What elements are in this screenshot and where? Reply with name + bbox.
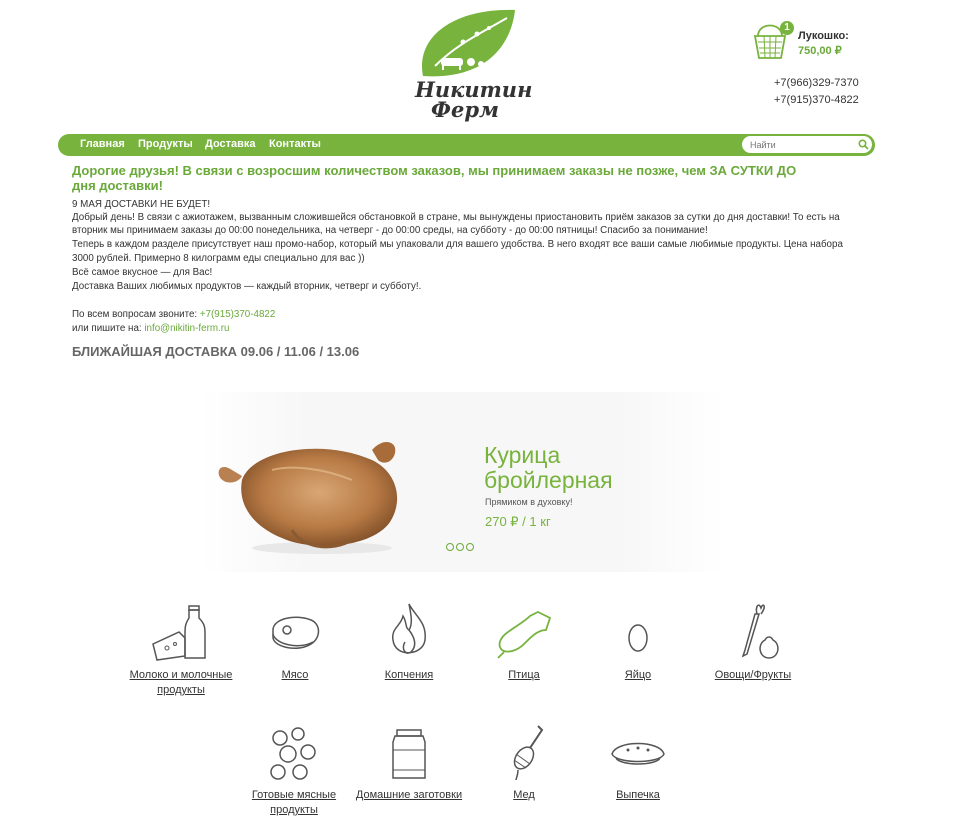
notice-line: Доставка Ваших любимых продуктов — кажды… <box>72 281 422 292</box>
contact-write-text: или пишите на: <box>72 323 145 334</box>
egg-icon <box>628 624 648 652</box>
category-honey[interactable]: Мед <box>484 720 564 803</box>
category-preserves[interactable]: Домашние заготовки <box>349 720 469 803</box>
search-input[interactable] <box>750 137 850 152</box>
meat-icon <box>272 616 320 650</box>
category-vegetables[interactable]: Овощи/Фрукты <box>703 600 803 683</box>
leaf-logo-icon <box>421 9 515 77</box>
slider-dot[interactable] <box>466 543 474 551</box>
drumstick-icon <box>497 610 552 659</box>
category-milk[interactable]: Молоко и молочные продукты <box>121 600 241 698</box>
category-label[interactable]: Копчения <box>369 668 449 683</box>
slider-dot[interactable] <box>446 543 454 551</box>
category-label[interactable]: Домашние заготовки <box>349 788 469 803</box>
category-label-line2: продукты <box>270 804 318 816</box>
category-smoked[interactable]: Копчения <box>369 600 449 683</box>
category-label-line1: Молоко и молочные <box>129 669 233 681</box>
notice-line: Всё самое вкусное — для Вас! <box>72 267 213 278</box>
category-label[interactable]: Овощи/Фрукты <box>703 668 803 683</box>
brand-name: Никитин Ферм <box>415 79 532 122</box>
category-poultry[interactable]: Птица <box>484 600 564 683</box>
category-label[interactable]: Готовые мясные продукты <box>244 788 344 818</box>
slide-subtitle: Прямиком в духовку! <box>485 497 573 507</box>
next-delivery-dates: БЛИЖАЙШАЯ ДОСТАВКА 09.06 / 11.06 / 13.06 <box>72 344 360 359</box>
notice-line: Теперь в каждом разделе присутствует наш… <box>72 239 843 250</box>
brand-name-line2: Ферм <box>431 97 499 122</box>
category-bakery[interactable]: Выпечка <box>598 720 678 803</box>
category-label[interactable]: Яйцо <box>598 668 678 683</box>
slide-title: Курица бройлерная <box>484 443 613 493</box>
pie-icon <box>611 742 665 765</box>
basket-count-badge: 1 <box>780 21 794 35</box>
notice-line: Добрый день! В связи с ажиотажем, вызван… <box>72 212 840 223</box>
category-label[interactable]: Молоко и молочные продукты <box>121 668 241 698</box>
search-icon[interactable] <box>858 139 869 150</box>
slider-dot[interactable] <box>456 543 464 551</box>
carrot-garlic-icon <box>741 604 779 659</box>
slide-title-line2: бройлерная <box>484 467 613 493</box>
brand-logo[interactable]: Никитин Ферм <box>415 6 532 126</box>
basket-title[interactable]: Лукошко: <box>798 30 849 42</box>
fire-icon <box>392 603 426 654</box>
notice-line: 9 МАЯ ДОСТАВКИ НЕ БУДЕТ! <box>72 199 211 210</box>
nav-item-contacts[interactable]: Контакты <box>269 138 321 150</box>
nav-item-delivery[interactable]: Доставка <box>205 138 256 150</box>
notice-line: 3000 рублей. Примерно 8 килограмм еды сп… <box>72 253 365 264</box>
notice-line: вторник мы принимаем заказы до 00:00 пон… <box>72 225 708 236</box>
contact-email-link[interactable]: info@nikitin-ferm.ru <box>144 323 229 334</box>
contact-email-line: или пишите на: info@nikitin-ferm.ru <box>72 323 229 334</box>
category-label[interactable]: Мясо <box>255 668 335 683</box>
slide-price: 270 ₽ / 1 кг <box>485 514 551 529</box>
jar-icon <box>392 729 426 779</box>
category-label[interactable]: Выпечка <box>598 788 678 803</box>
contact-phone-line: По всем вопросам звоните: +7(915)370-482… <box>72 309 275 320</box>
milk-cheese-icon <box>152 605 206 661</box>
slide-title-line1: Курица <box>484 442 561 468</box>
nav-item-home[interactable]: Главная <box>80 138 125 150</box>
search-box <box>742 136 872 153</box>
phone-1[interactable]: +7(966)329-7370 <box>774 77 859 89</box>
honey-dipper-icon <box>513 725 544 781</box>
nav-item-products[interactable]: Продукты <box>138 138 193 150</box>
basket-total: 750,00 ₽ <box>798 45 842 57</box>
announcement-headline: Дорогие друзья! В связи с возросшим коли… <box>72 163 797 193</box>
category-ready-meat[interactable]: Готовые мясные продукты <box>244 720 344 818</box>
phone-2[interactable]: +7(915)370-4822 <box>774 94 859 106</box>
category-meat[interactable]: Мясо <box>255 600 335 683</box>
category-label-line2: продукты <box>157 684 205 696</box>
contact-phone-link[interactable]: +7(915)370-4822 <box>200 309 275 320</box>
category-label[interactable]: Мед <box>484 788 564 803</box>
category-label-line1: Готовые мясные <box>251 789 337 801</box>
dumplings-icon <box>270 727 316 780</box>
slider-dots <box>446 538 476 556</box>
category-label[interactable]: Птица <box>484 668 564 683</box>
contact-call-text: По всем вопросам звоните: <box>72 309 200 320</box>
category-eggs[interactable]: Яйцо <box>598 600 678 683</box>
roast-chicken-image <box>218 442 398 554</box>
